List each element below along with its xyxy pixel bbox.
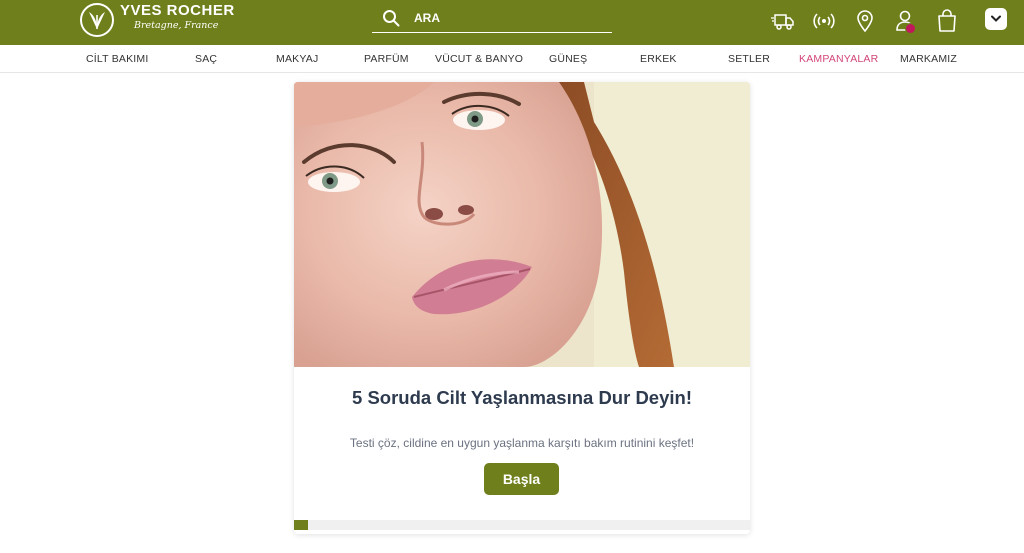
nav-item-skincare[interactable]: CİLT BAKIMI bbox=[86, 53, 149, 65]
search-bar bbox=[372, 6, 612, 33]
nav-item-campaigns[interactable]: KAMPANYALAR bbox=[799, 53, 878, 65]
nav-item-sun[interactable]: GÜNEŞ bbox=[549, 53, 587, 65]
cart-button[interactable] bbox=[934, 8, 960, 34]
nav-item-men[interactable]: ERKEK bbox=[640, 53, 677, 65]
brand-name: YVES ROCHER bbox=[120, 2, 235, 19]
broadcast-button[interactable] bbox=[811, 8, 837, 34]
nav-item-perfume[interactable]: PARFÜM bbox=[364, 53, 409, 65]
store-locator-button[interactable] bbox=[852, 8, 878, 34]
account-button[interactable] bbox=[893, 8, 919, 34]
header-bar: YVES ROCHER Bretagne, France bbox=[0, 0, 1024, 45]
brand-logo[interactable]: YVES ROCHER Bretagne, France bbox=[80, 2, 240, 40]
quiz-progress-bar bbox=[294, 520, 750, 530]
brand-tagline: Bretagne, France bbox=[134, 20, 219, 31]
shopping-bag-icon bbox=[938, 9, 956, 32]
delivery-button[interactable] bbox=[770, 8, 796, 34]
nav-item-hair[interactable]: SAÇ bbox=[195, 53, 217, 65]
start-button[interactable]: Başla bbox=[484, 463, 559, 495]
main-nav: CİLT BAKIMI SAÇ MAKYAJ PARFÜM VÜCUT & BA… bbox=[0, 45, 1024, 73]
search-input[interactable] bbox=[414, 8, 604, 28]
leaf-logo-icon bbox=[80, 3, 114, 37]
nav-item-makeup[interactable]: MAKYAJ bbox=[276, 53, 318, 65]
notification-badge bbox=[905, 23, 916, 34]
quiz-description: Testi çöz, cildine en uygun yaşlanma kar… bbox=[349, 436, 695, 450]
nav-item-body-bath[interactable]: VÜCUT & BANYO bbox=[435, 53, 523, 65]
location-pin-icon bbox=[857, 10, 873, 33]
delivery-truck-icon bbox=[771, 14, 794, 30]
nav-item-brand[interactable]: MARKAMIZ bbox=[900, 53, 957, 65]
hero-image bbox=[294, 82, 750, 367]
chevron-down-icon bbox=[991, 15, 1001, 22]
nav-item-sets[interactable]: SETLER bbox=[728, 53, 770, 65]
quiz-progress-fill bbox=[294, 520, 308, 530]
search-icon[interactable] bbox=[382, 9, 400, 27]
broadcast-icon bbox=[813, 13, 835, 29]
quiz-card: 5 Soruda Cilt Yaşlanmasına Dur Deyin! Te… bbox=[294, 82, 750, 534]
menu-dropdown-button[interactable] bbox=[985, 8, 1007, 30]
quiz-title: 5 Soruda Cilt Yaşlanmasına Dur Deyin! bbox=[352, 387, 692, 408]
